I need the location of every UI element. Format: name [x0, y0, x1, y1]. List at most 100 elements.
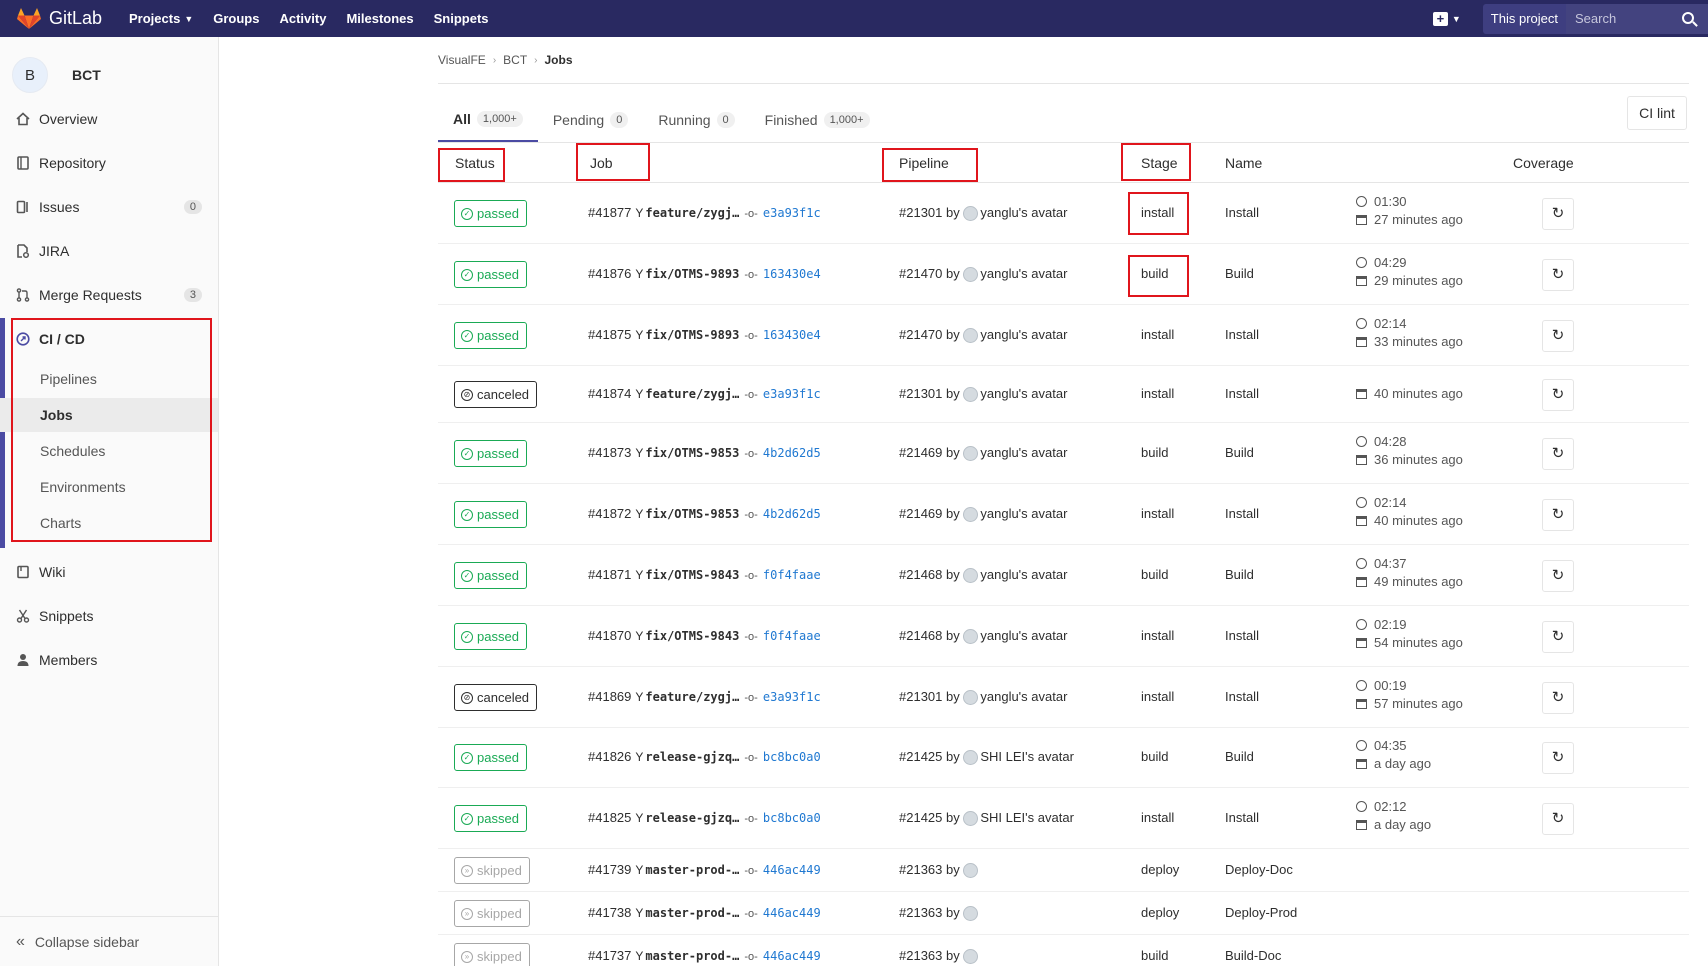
status-badge[interactable]: ✓ passed: [454, 261, 527, 288]
sidebar-subitem-environments[interactable]: Environments: [0, 470, 218, 504]
status-badge[interactable]: ✓ passed: [454, 744, 527, 771]
commit-sha-link[interactable]: e3a93f1c: [763, 206, 821, 220]
commit-sha-link[interactable]: 163430e4: [763, 328, 821, 342]
job-link[interactable]: #41737: [588, 948, 631, 963]
pipeline-link[interactable]: #21468: [899, 567, 942, 582]
retry-button[interactable]: ↻: [1542, 379, 1574, 411]
nav-activity[interactable]: Activity: [279, 11, 326, 26]
user-avatar-icon[interactable]: [963, 949, 979, 965]
sidebar-subitem-jobs[interactable]: Jobs: [0, 398, 218, 432]
status-badge[interactable]: ✓ passed: [454, 440, 527, 467]
commit-sha-link[interactable]: bc8bc0a0: [763, 750, 821, 764]
nav-milestones[interactable]: Milestones: [346, 11, 413, 26]
job-link[interactable]: #41875: [588, 327, 631, 342]
tab-all[interactable]: All 1,000+: [438, 97, 538, 142]
job-link[interactable]: #41873: [588, 445, 631, 460]
user-avatar-icon[interactable]: [963, 507, 979, 523]
branch-link[interactable]: fix/OTMS-9893: [645, 267, 739, 281]
branch-link[interactable]: master-prod-…: [645, 906, 739, 920]
sidebar-item-ci-cd[interactable]: CI / CD: [0, 319, 218, 359]
search-scope-this-project[interactable]: This project: [1482, 3, 1566, 34]
branch-link[interactable]: fix/OTMS-9893: [645, 328, 739, 342]
job-link[interactable]: #41871: [588, 567, 631, 582]
status-badge[interactable]: » skipped: [454, 943, 530, 966]
job-link[interactable]: #41870: [588, 628, 631, 643]
collapse-sidebar-button[interactable]: « Collapse sidebar: [0, 916, 218, 966]
job-link[interactable]: #41825: [588, 810, 631, 825]
retry-button[interactable]: ↻: [1542, 621, 1574, 653]
branch-link[interactable]: feature/zygj…: [645, 206, 739, 220]
pipeline-link[interactable]: #21363: [899, 905, 942, 920]
status-badge[interactable]: » skipped: [454, 900, 530, 927]
breadcrumb-visualfe[interactable]: VisualFE: [438, 53, 486, 67]
pipeline-link[interactable]: #21468: [899, 628, 942, 643]
retry-button[interactable]: ↻: [1542, 560, 1574, 592]
status-badge[interactable]: » skipped: [454, 857, 530, 884]
breadcrumb-jobs[interactable]: Jobs: [545, 53, 573, 67]
branch-link[interactable]: fix/OTMS-9843: [645, 629, 739, 643]
status-badge[interactable]: ✓ passed: [454, 623, 527, 650]
pipeline-link[interactable]: #21470: [899, 266, 942, 281]
tab-pending[interactable]: Pending 0: [538, 97, 644, 142]
user-avatar-icon[interactable]: [963, 568, 979, 584]
pipeline-link[interactable]: #21470: [899, 327, 942, 342]
user-avatar-icon[interactable]: [963, 446, 979, 462]
commit-sha-link[interactable]: bc8bc0a0: [763, 811, 821, 825]
pipeline-link[interactable]: #21301: [899, 386, 942, 401]
commit-sha-link[interactable]: e3a93f1c: [763, 690, 821, 704]
sidebar-subitem-schedules[interactable]: Schedules: [0, 434, 218, 468]
job-link[interactable]: #41869: [588, 689, 631, 704]
nav-projects[interactable]: Projects ▼: [129, 11, 193, 26]
user-avatar-icon[interactable]: [963, 906, 979, 922]
sidebar-item-jira[interactable]: JIRA: [0, 231, 218, 271]
commit-sha-link[interactable]: f0f4faae: [763, 568, 821, 582]
pipeline-link[interactable]: #21301: [899, 689, 942, 704]
retry-button[interactable]: ↻: [1542, 320, 1574, 352]
commit-sha-link[interactable]: 446ac449: [763, 906, 821, 920]
status-badge[interactable]: ✓ passed: [454, 805, 527, 832]
breadcrumb-bct[interactable]: BCT: [503, 53, 527, 67]
user-avatar-icon[interactable]: [963, 267, 979, 283]
job-link[interactable]: #41738: [588, 905, 631, 920]
pipeline-link[interactable]: #21301: [899, 205, 942, 220]
user-avatar-icon[interactable]: [963, 863, 979, 879]
sidebar-item-wiki[interactable]: Wiki: [0, 552, 218, 592]
sidebar-item-overview[interactable]: Overview: [0, 99, 218, 139]
sidebar-item-merge-requests[interactable]: Merge Requests 3: [0, 275, 218, 315]
user-avatar-icon[interactable]: [963, 328, 979, 344]
job-link[interactable]: #41826: [588, 749, 631, 764]
commit-sha-link[interactable]: e3a93f1c: [763, 387, 821, 401]
sidebar-subitem-pipelines[interactable]: Pipelines: [0, 362, 218, 396]
pipeline-link[interactable]: #21469: [899, 506, 942, 521]
job-link[interactable]: #41877: [588, 205, 631, 220]
tab-running[interactable]: Running 0: [643, 97, 749, 142]
branch-link[interactable]: fix/OTMS-9843: [645, 568, 739, 582]
branch-link[interactable]: release-gjzq…: [645, 750, 739, 764]
nav-groups[interactable]: Groups: [213, 11, 259, 26]
user-avatar-icon[interactable]: [963, 206, 979, 222]
retry-button[interactable]: ↻: [1542, 742, 1574, 774]
branch-link[interactable]: fix/OTMS-9853: [645, 507, 739, 521]
user-avatar-icon[interactable]: [963, 750, 979, 766]
commit-sha-link[interactable]: 163430e4: [763, 267, 821, 281]
user-avatar-icon[interactable]: [963, 811, 979, 827]
retry-button[interactable]: ↻: [1542, 198, 1574, 230]
sidebar-item-issues[interactable]: Issues 0: [0, 187, 218, 227]
search-input[interactable]: Search: [1566, 3, 1708, 34]
status-badge[interactable]: ✓ passed: [454, 200, 527, 227]
new-dropdown-button[interactable]: + ▼: [1432, 11, 1461, 26]
branch-link[interactable]: master-prod-…: [645, 863, 739, 877]
pipeline-link[interactable]: #21363: [899, 948, 942, 963]
retry-button[interactable]: ↻: [1542, 803, 1574, 835]
commit-sha-link[interactable]: 446ac449: [763, 863, 821, 877]
branch-link[interactable]: feature/zygj…: [645, 690, 739, 704]
commit-sha-link[interactable]: 446ac449: [763, 949, 821, 963]
sidebar-project-header[interactable]: B BCT: [0, 37, 218, 99]
user-avatar-icon[interactable]: [963, 690, 979, 706]
pipeline-link[interactable]: #21425: [899, 810, 942, 825]
status-badge[interactable]: ⊘ canceled: [454, 684, 538, 711]
pipeline-link[interactable]: #21363: [899, 862, 942, 877]
job-link[interactable]: #41876: [588, 266, 631, 281]
job-link[interactable]: #41739: [588, 862, 631, 877]
sidebar-subitem-charts[interactable]: Charts: [0, 506, 218, 540]
